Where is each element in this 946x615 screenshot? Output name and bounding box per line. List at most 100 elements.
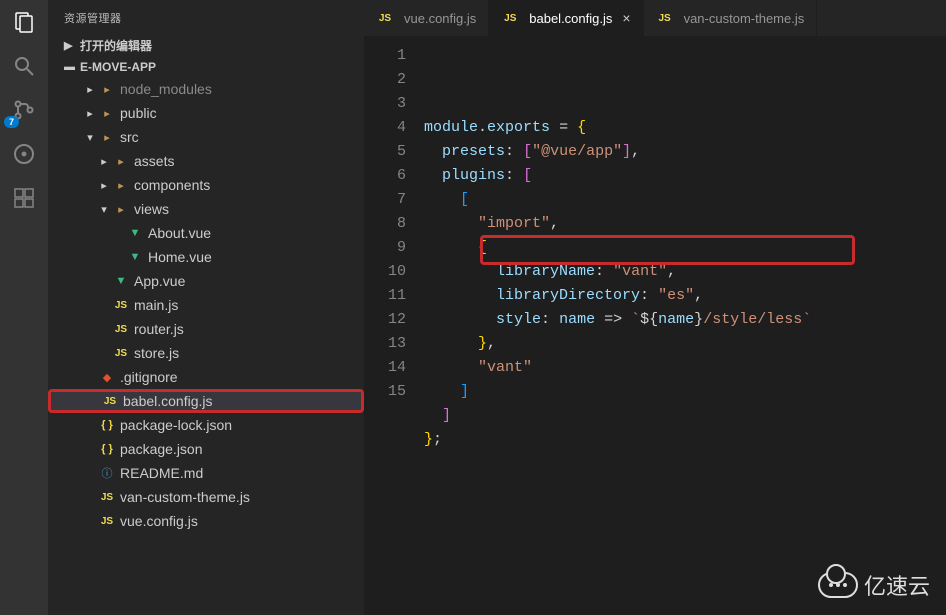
tab-label: babel.config.js	[529, 11, 612, 26]
js-file-icon: JS	[112, 348, 130, 359]
chevron-right-icon: ▸	[96, 155, 112, 168]
tree-item-label: store.js	[134, 345, 179, 361]
code-line[interactable]: {	[424, 236, 946, 260]
code-line[interactable]: libraryDirectory: "es",	[424, 284, 946, 308]
chevron-right-icon: ▸	[82, 107, 98, 120]
code-line[interactable]: module.exports = {	[424, 116, 946, 140]
tree-item[interactable]: ▸▸ public	[48, 101, 364, 125]
tree-item-label: vue.config.js	[120, 513, 198, 529]
tree-item[interactable]: JSrouter.js	[48, 317, 364, 341]
tree-item[interactable]: ⓘREADME.md	[48, 461, 364, 485]
editor-tab[interactable]: JS vue.config.js	[364, 0, 489, 36]
tree-item[interactable]: ▼About.vue	[48, 221, 364, 245]
code-line[interactable]: "import",	[424, 212, 946, 236]
line-number: 1	[364, 44, 406, 68]
line-number: 8	[364, 212, 406, 236]
folder-icon: ▸	[112, 155, 130, 168]
vue-file-icon: ▼	[126, 227, 144, 239]
tree-item-label: van-custom-theme.js	[120, 489, 250, 505]
explorer-icon[interactable]	[10, 8, 38, 36]
code-line[interactable]: },	[424, 332, 946, 356]
search-icon[interactable]	[10, 52, 38, 80]
git-file-icon: ◆	[98, 371, 116, 384]
js-file-icon: JS	[98, 492, 116, 503]
editor-tab[interactable]: JSbabel.config.js×	[489, 0, 643, 36]
tree-item[interactable]: ▸▸node_modules	[48, 77, 364, 101]
tree-item-label: components	[134, 177, 210, 193]
tabs-bar: JSvue.config.jsJSbabel.config.js×JSvan-c…	[364, 0, 946, 36]
tree-item-label: src	[120, 129, 139, 145]
watermark-text: 亿速云	[864, 569, 930, 601]
tree-item[interactable]: { } package.json	[48, 437, 364, 461]
sidebar: 资源管理器 ▶ 打开的编辑器 ▬ E-MOVE-APP ▸▸node_modul…	[48, 0, 364, 615]
tree-item[interactable]: ◆ .gitignore	[48, 365, 364, 389]
tree-item-label: Home.vue	[148, 249, 212, 265]
tree-item-label: router.js	[134, 321, 184, 337]
editor-body[interactable]: 123456789101112131415 module.exports = {…	[364, 36, 946, 615]
line-number: 13	[364, 332, 406, 356]
tree-item-label: babel.config.js	[123, 393, 213, 409]
tab-label: van-custom-theme.js	[684, 11, 805, 26]
tree-item[interactable]: JS store.js	[48, 341, 364, 365]
chevron-right-icon: ▶	[64, 39, 80, 52]
tree-item-label: node_modules	[120, 81, 212, 97]
file-tree[interactable]: ▸▸node_modules▸▸public▾▸src▸▸assets▸▸com…	[48, 77, 364, 615]
code-line[interactable]: style: name => `${name}/style/less`	[424, 308, 946, 332]
tree-item[interactable]: ▸▸components	[48, 173, 364, 197]
tree-item-label: package.json	[120, 441, 203, 457]
tree-item-label: public	[120, 105, 157, 121]
tree-item[interactable]: ▾▸src	[48, 125, 364, 149]
tree-item[interactable]: ▼ App.vue	[48, 269, 364, 293]
json-file-icon: { }	[98, 443, 116, 455]
tree-item[interactable]: JSvue.config.js	[48, 509, 364, 533]
info-file-icon: ⓘ	[98, 465, 116, 481]
extensions-icon[interactable]	[10, 184, 38, 212]
tree-item-label: package-lock.json	[120, 417, 232, 433]
debug-icon[interactable]	[10, 140, 38, 168]
close-icon[interactable]: ×	[622, 10, 630, 26]
tree-item-label: main.js	[134, 297, 178, 313]
chevron-right-icon: ▸	[82, 83, 98, 96]
chevron-down-icon: ▾	[96, 203, 112, 216]
editor-area: JSvue.config.jsJSbabel.config.js×JSvan-c…	[364, 0, 946, 615]
code-line[interactable]: };	[424, 428, 946, 452]
js-file-icon: JS	[656, 13, 674, 24]
tree-item-label: .gitignore	[120, 369, 178, 385]
code-line[interactable]: ]	[424, 404, 946, 428]
folder-icon: ▸	[112, 203, 130, 216]
code-line[interactable]: "vant"	[424, 356, 946, 380]
line-number: 12	[364, 308, 406, 332]
code-line[interactable]	[424, 452, 946, 476]
code-line[interactable]: libraryName: "vant",	[424, 260, 946, 284]
js-file-icon: JS	[101, 396, 119, 407]
editor-tab[interactable]: JS van-custom-theme.js	[644, 0, 818, 36]
open-editors-section[interactable]: ▶ 打开的编辑器	[48, 34, 364, 57]
tab-label: vue.config.js	[404, 11, 476, 26]
project-section[interactable]: ▬ E-MOVE-APP	[48, 57, 364, 77]
activity-bar: 7	[0, 0, 48, 615]
folder-icon: ▸	[98, 107, 116, 120]
tree-item[interactable]: ▾▸views	[48, 197, 364, 221]
js-file-icon: JS	[376, 13, 394, 24]
tree-item-label: App.vue	[134, 273, 185, 289]
tree-item[interactable]: ▸▸ assets	[48, 149, 364, 173]
tree-item[interactable]: JSmain.js	[48, 293, 364, 317]
json-file-icon: { }	[98, 419, 116, 431]
tree-item[interactable]: ▼Home.vue	[48, 245, 364, 269]
tree-item[interactable]: { } package-lock.json	[48, 413, 364, 437]
tree-item-label: assets	[134, 153, 174, 169]
code-line[interactable]: plugins: [	[424, 164, 946, 188]
tree-item[interactable]: JS van-custom-theme.js	[48, 485, 364, 509]
folder-icon: ▸	[98, 131, 116, 144]
vue-file-icon: ▼	[112, 275, 130, 287]
line-number: 11	[364, 284, 406, 308]
watermark: 亿速云	[818, 569, 930, 601]
code-line[interactable]: presets: ["@vue/app"],	[424, 140, 946, 164]
code-content[interactable]: module.exports = { presets: ["@vue/app"]…	[424, 36, 946, 615]
line-number: 5	[364, 140, 406, 164]
scm-badge: 7	[4, 116, 19, 128]
source-control-icon[interactable]: 7	[10, 96, 38, 124]
code-line[interactable]: [	[424, 188, 946, 212]
tree-item[interactable]: JS babel.config.js	[48, 389, 364, 413]
code-line[interactable]: ]	[424, 380, 946, 404]
